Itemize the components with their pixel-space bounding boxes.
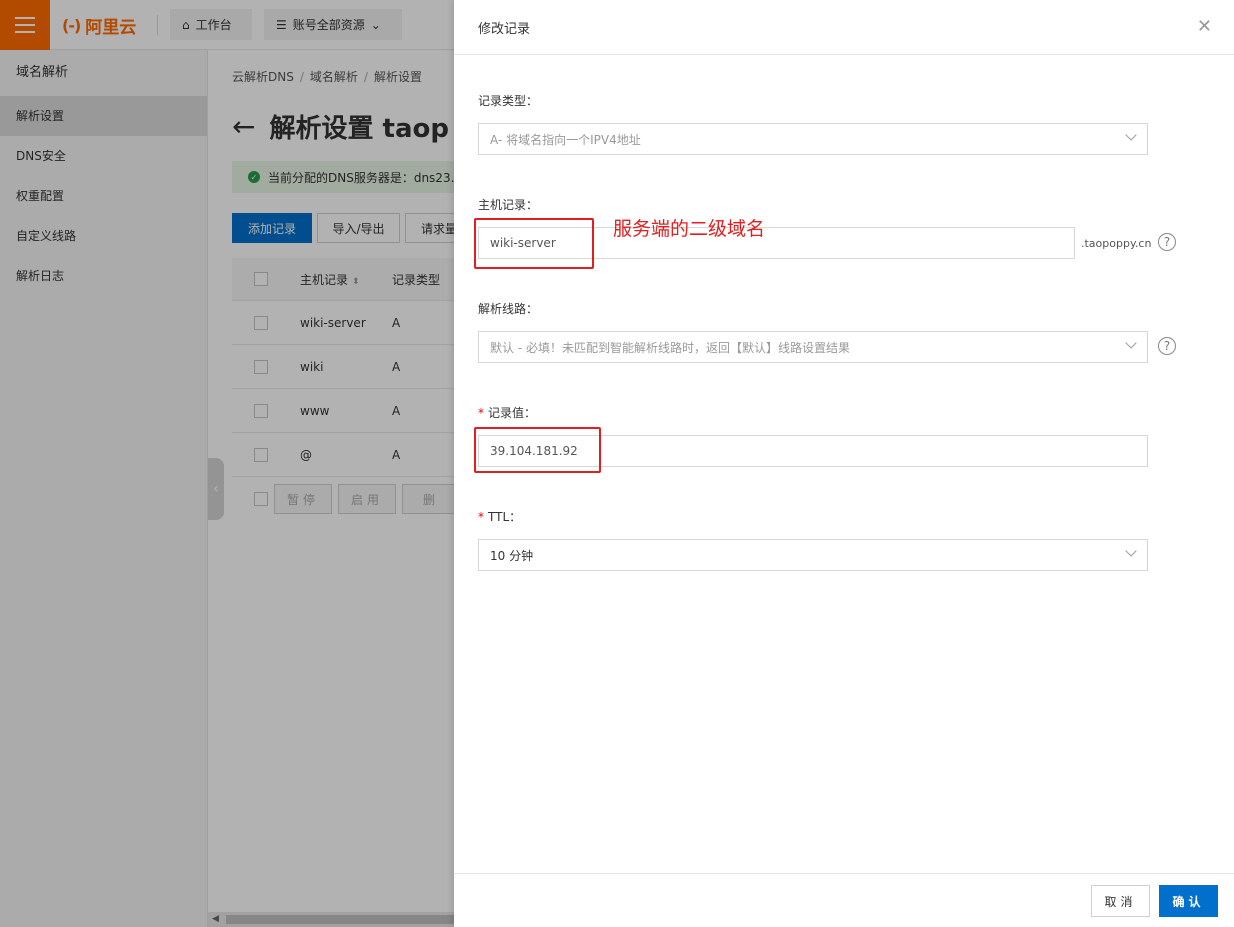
- resolve-line-select[interactable]: 默认 - 必填！未匹配到智能解析线路时，返回【默认】线路设置结果: [478, 331, 1148, 363]
- ttl-value: 10 分钟: [490, 548, 534, 563]
- record-type-label: 记录类型：: [478, 94, 539, 108]
- resolve-line-value: 默认 - 必填！未匹配到智能解析线路时，返回【默认】线路设置结果: [490, 340, 850, 355]
- host-record-input[interactable]: wiki-server: [478, 227, 1075, 259]
- drawer-header: 修改记录 ✕: [454, 0, 1234, 55]
- drawer-title: 修改记录: [478, 22, 531, 37]
- edit-record-drawer: 修改记录 ✕ 记录类型： A- 将域名指向一个IPV4地址 主机记录： wiki…: [454, 0, 1234, 927]
- domain-suffix: .taopoppy.cn: [1081, 237, 1152, 250]
- confirm-button[interactable]: 确认: [1159, 885, 1218, 917]
- annotation-text: 服务端的二级域名: [613, 218, 766, 240]
- ttl-select[interactable]: 10 分钟: [478, 539, 1148, 571]
- host-record-label: 主机记录：: [478, 198, 539, 212]
- chevron-down-icon: [1125, 339, 1137, 351]
- close-icon[interactable]: ✕: [1197, 16, 1212, 37]
- host-record-value: wiki-server: [490, 236, 556, 250]
- record-value-input[interactable]: 39.104.181.92: [478, 435, 1148, 467]
- drawer-footer: 取消 确认: [454, 873, 1234, 927]
- modal-overlay[interactable]: [0, 0, 454, 927]
- chevron-down-icon: [1125, 547, 1137, 559]
- help-icon[interactable]: ?: [1158, 233, 1176, 251]
- record-value-label: * 记录值：: [478, 406, 537, 420]
- chevron-down-icon: [1125, 131, 1137, 143]
- record-type-value: A- 将域名指向一个IPV4地址: [490, 132, 641, 147]
- record-type-select[interactable]: A- 将域名指向一个IPV4地址: [478, 123, 1148, 155]
- ttl-label: * TTL：: [478, 510, 522, 524]
- record-value-text: 39.104.181.92: [490, 444, 578, 458]
- resolve-line-label: 解析线路：: [478, 302, 539, 316]
- help-icon[interactable]: ?: [1158, 337, 1176, 355]
- cancel-button[interactable]: 取消: [1091, 885, 1150, 917]
